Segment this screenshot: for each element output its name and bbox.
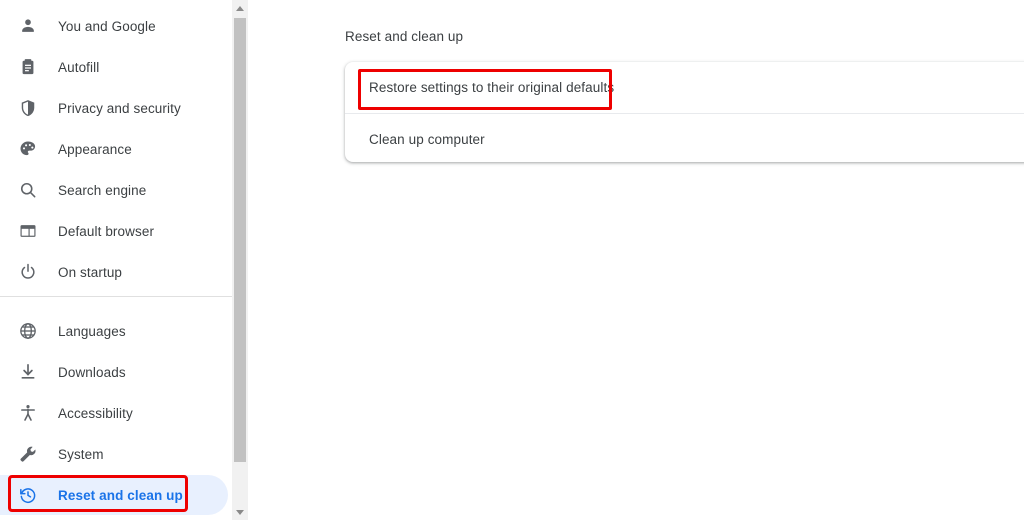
power-icon	[16, 260, 40, 284]
row-restore-settings[interactable]: Restore settings to their original defau…	[345, 62, 1024, 112]
sidebar-item-accessibility[interactable]: Accessibility	[0, 393, 228, 433]
row-clean-up-computer[interactable]: Clean up computer	[345, 114, 1024, 162]
clipboard-icon	[16, 55, 40, 79]
search-icon	[16, 178, 40, 202]
sidebar-item-reset-and-clean-up[interactable]: Reset and clean up	[0, 475, 228, 515]
sidebar-item-label: Default browser	[58, 223, 155, 239]
shield-icon	[16, 96, 40, 120]
sidebar-item-label: Reset and clean up	[58, 487, 183, 503]
sidebar-item-downloads[interactable]: Downloads	[0, 352, 228, 392]
sidebar-item-autofill[interactable]: Autofill	[0, 47, 228, 87]
accessibility-icon	[16, 401, 40, 425]
settings-sidebar: You and Google Autofill Privacy and secu…	[0, 0, 232, 520]
sidebar-item-label: Accessibility	[58, 405, 133, 421]
sidebar-item-label: You and Google	[58, 18, 156, 34]
sidebar-item-label: On startup	[58, 264, 123, 280]
sidebar-item-label: Privacy and security	[58, 100, 181, 116]
person-icon	[16, 14, 40, 38]
sidebar-item-privacy-and-security[interactable]: Privacy and security	[0, 88, 228, 128]
row-label: Clean up computer	[369, 131, 485, 147]
sidebar-item-label: Autofill	[58, 59, 100, 75]
reset-and-clean-up-card: Restore settings to their original defau…	[345, 62, 1024, 162]
download-icon	[16, 360, 40, 384]
sidebar-item-label: System	[58, 446, 104, 462]
history-restore-icon	[16, 483, 40, 507]
page-title: Reset and clean up	[345, 29, 464, 44]
scroll-down-arrow-icon[interactable]	[232, 504, 248, 520]
sidebar-item-search-engine[interactable]: Search engine	[0, 170, 228, 210]
globe-icon	[16, 319, 40, 343]
settings-page: You and Google Autofill Privacy and secu…	[0, 0, 1024, 520]
scroll-down-arrow-glyph	[236, 509, 244, 515]
row-label: Restore settings to their original defau…	[369, 79, 615, 95]
sidebar-item-label: Languages	[58, 323, 126, 339]
scroll-up-arrow-icon[interactable]	[232, 0, 248, 16]
sidebar-item-on-startup[interactable]: On startup	[0, 252, 228, 292]
sidebar-item-you-and-google[interactable]: You and Google	[0, 6, 228, 46]
scroll-up-arrow-glyph	[236, 5, 244, 11]
sidebar-item-languages[interactable]: Languages	[0, 311, 228, 351]
wrench-icon	[16, 442, 40, 466]
scrollbar-thumb[interactable]	[234, 18, 246, 462]
sidebar-scrollbar[interactable]	[232, 0, 248, 520]
sidebar-divider	[0, 296, 232, 297]
sidebar-item-default-browser[interactable]: Default browser	[0, 211, 228, 251]
palette-icon	[16, 137, 40, 161]
sidebar-item-label: Appearance	[58, 141, 132, 157]
sidebar-item-appearance[interactable]: Appearance	[0, 129, 228, 169]
settings-main-content: Reset and clean up Restore settings to t…	[249, 0, 1024, 520]
sidebar-item-label: Downloads	[58, 364, 126, 380]
browser-window-icon	[16, 219, 40, 243]
sidebar-item-label: Search engine	[58, 182, 147, 198]
sidebar-item-system[interactable]: System	[0, 434, 228, 474]
